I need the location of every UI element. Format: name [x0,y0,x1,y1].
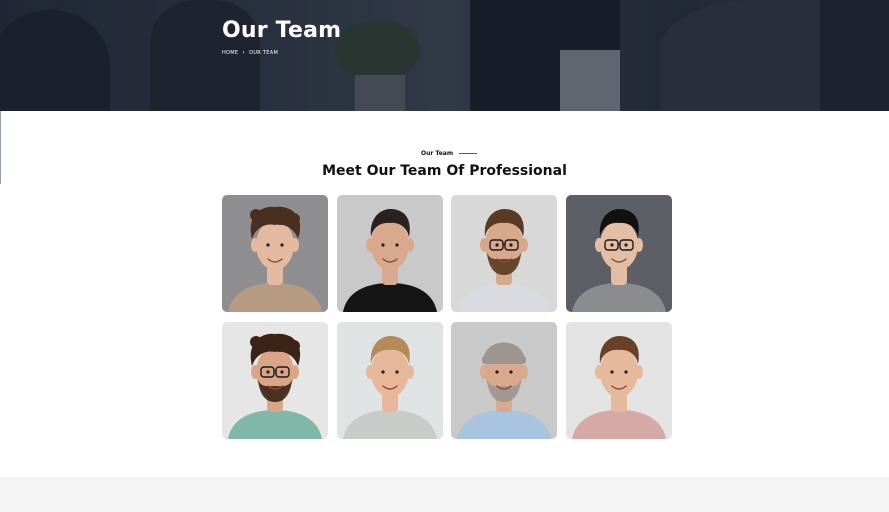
eye-right [280,370,284,374]
eye-left [610,370,614,374]
eye-right [624,370,628,374]
team-member-card[interactable] [566,195,672,312]
breadcrumb-current: OUR TEAM [249,49,279,56]
team-member-photo [566,195,672,312]
team-member-card[interactable] [337,322,443,439]
team-member-card[interactable] [451,195,557,312]
section-eyebrow: Our Team [421,150,478,157]
section-title: Meet Our Team Of Professional [322,163,567,179]
page-title: Our Team [222,18,342,43]
eye-left [266,243,270,247]
team-member-card[interactable] [451,322,557,439]
eye-right [624,243,628,247]
eye-left [381,370,385,374]
eye-right [280,243,284,247]
hero-banner: Our Team HOME › OUR TEAM [0,0,889,111]
team-member-photo [222,195,328,312]
team-member-photo [451,195,557,312]
team-member-photo [337,322,443,439]
hair-curl [288,340,300,352]
team-member-photo [451,322,557,439]
eye-left [610,243,614,247]
breadcrumb: HOME › OUR TEAM [222,49,278,56]
beanie-cuff [482,356,526,364]
team-member-card[interactable] [337,195,443,312]
eye-right [395,370,399,374]
team-member-photo [337,195,443,312]
hero-overlay [0,0,889,111]
hair-curl [288,213,300,225]
eye-left [266,370,270,374]
team-member-photo [222,322,328,439]
team-member-photo [566,322,672,439]
breadcrumb-home-link[interactable]: HOME [222,50,238,56]
eye-right [395,243,399,247]
team-member-card[interactable] [222,195,328,312]
footer-band [0,477,889,512]
eye-left [381,243,385,247]
eyebrow-accent-line [459,153,478,154]
team-member-card[interactable] [566,322,672,439]
eye-right [509,370,513,374]
eye-right [509,243,513,247]
team-member-card[interactable] [222,322,328,439]
eye-left [495,243,499,247]
section-eyebrow-label: Our Team [421,150,454,157]
eye-left [495,370,499,374]
chevron-right-icon: › [242,49,246,56]
